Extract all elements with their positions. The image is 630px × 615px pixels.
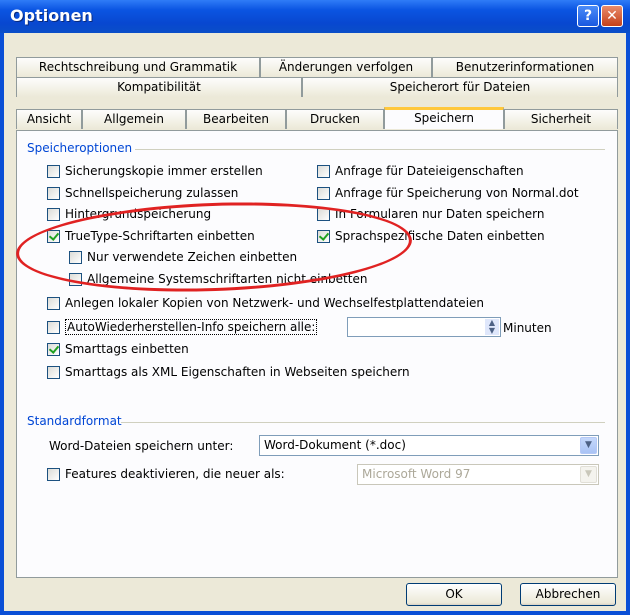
- tab-aenderungen[interactable]: Änderungen verfolgen: [260, 57, 432, 77]
- options-dialog: Optionen ? ✕ Rechtschreibung und Grammat…: [0, 0, 630, 615]
- checkbox-box[interactable]: [317, 164, 330, 178]
- checkbox-nur-verwendete-zeichen[interactable]: Nur verwendete Zeichen einbetten: [69, 250, 297, 264]
- checkbox-box[interactable]: [47, 342, 60, 356]
- checkbox-label: Sicherungskopie immer erstellen: [65, 164, 263, 178]
- checkbox-features-deaktivieren[interactable]: Features deaktivieren, die neuer als:: [47, 467, 285, 481]
- features-version-value: Microsoft Word 97: [362, 467, 471, 481]
- checkbox-truetype[interactable]: TrueType-Schriftarten einbetten: [47, 229, 255, 243]
- tab-drucken[interactable]: Drucken: [286, 109, 384, 129]
- checkbox-box[interactable]: [47, 229, 60, 243]
- checkbox-box[interactable]: [47, 186, 60, 200]
- dialog-client: Rechtschreibung und Grammatik Änderungen…: [4, 33, 626, 611]
- checkbox-box[interactable]: [69, 272, 82, 286]
- group-title-speicheroptionen: Speicheroptionen: [27, 141, 133, 155]
- tab-speichern[interactable]: Speichern: [384, 107, 504, 129]
- title-bar[interactable]: Optionen ? ✕: [0, 0, 630, 33]
- checkbox-label: Smarttags einbetten: [65, 342, 189, 356]
- checkbox-dateieigenschaften[interactable]: Anfrage für Dateieigenschaften: [317, 164, 524, 178]
- checkbox-sicherungskopie[interactable]: Sicherungskopie immer erstellen: [47, 164, 263, 178]
- checkbox-smarttags-xml[interactable]: Smarttags als XML Eigenschaften in Webse…: [47, 365, 410, 379]
- group-title-standardformat: Standardformat: [27, 414, 122, 428]
- dialog-title: Optionen: [10, 6, 93, 25]
- ok-button[interactable]: OK: [406, 583, 502, 606]
- save-as-value: Word-Dokument (*.doc): [264, 438, 406, 452]
- tab-rechtschreibung[interactable]: Rechtschreibung und Grammatik: [16, 57, 260, 77]
- checkbox-systemschriftarten[interactable]: Allgemeine Systemschriftarten nicht einb…: [69, 272, 367, 286]
- chevron-down-icon[interactable]: ▼: [580, 437, 597, 454]
- group-divider: [135, 149, 605, 150]
- checkbox-box[interactable]: [47, 467, 60, 481]
- checkbox-formulardaten[interactable]: In Formularen nur Daten speichern: [317, 207, 545, 221]
- save-as-label: Word-Dateien speichern unter:: [49, 439, 234, 453]
- checkbox-label: Sprachspezifische Daten einbetten: [335, 229, 545, 243]
- checkbox-label: Hintergrundspeicherung: [65, 207, 212, 221]
- checkbox-label: Anfrage für Speicherung von Normal.dot: [335, 186, 579, 200]
- minutes-label: Minuten: [503, 321, 552, 335]
- checkbox-box[interactable]: [317, 229, 330, 243]
- checkbox-label: Allgemeine Systemschriftarten nicht einb…: [87, 272, 368, 286]
- checkbox-box[interactable]: [69, 250, 82, 264]
- checkbox-box[interactable]: [47, 365, 60, 379]
- tab-kompatibilitaet[interactable]: Kompatibilität: [16, 77, 302, 97]
- close-button[interactable]: ✕: [601, 5, 623, 27]
- checkbox-lokale-kopien[interactable]: Anlegen lokaler Kopien von Netzwerk- und…: [47, 296, 484, 310]
- checkbox-label: AutoWiederherstellen-Info speichern alle…: [65, 319, 318, 335]
- tab-benutzerinformationen[interactable]: Benutzerinformationen: [432, 57, 618, 77]
- checkbox-label: Schnellspeicherung zulassen: [65, 186, 239, 200]
- features-version-select[interactable]: Microsoft Word 97 ▼: [357, 464, 599, 485]
- checkbox-box[interactable]: [47, 320, 60, 334]
- checkbox-box[interactable]: [47, 164, 60, 178]
- checkbox-box[interactable]: [47, 207, 60, 221]
- checkbox-box[interactable]: [47, 296, 60, 310]
- checkbox-label: Features deaktivieren, die neuer als:: [65, 467, 285, 481]
- tab-speicherort[interactable]: Speicherort für Dateien: [302, 77, 618, 97]
- checkbox-label: Smarttags als XML Eigenschaften in Webse…: [65, 365, 410, 379]
- checkbox-schnellspeicherung[interactable]: Schnellspeicherung zulassen: [47, 186, 238, 200]
- tab-sicherheit[interactable]: Sicherheit: [504, 109, 618, 129]
- checkbox-smarttags[interactable]: Smarttags einbetten: [47, 342, 189, 356]
- checkbox-hintergrundspeicherung[interactable]: Hintergrundspeicherung: [47, 207, 211, 221]
- checkbox-box[interactable]: [317, 186, 330, 200]
- checkbox-label: Anlegen lokaler Kopien von Netzwerk- und…: [65, 296, 485, 310]
- tab-row-2: Kompatibilität Speicherort für Dateien: [16, 77, 618, 97]
- checkbox-normal-dot[interactable]: Anfrage für Speicherung von Normal.dot: [317, 186, 579, 200]
- checkbox-label: Anfrage für Dateieigenschaften: [335, 164, 524, 178]
- group-divider: [121, 422, 605, 423]
- help-icon: ?: [583, 8, 593, 24]
- checkbox-autowiederherstellen[interactable]: AutoWiederherstellen-Info speichern alle…: [47, 319, 318, 335]
- tab-row-3: Ansicht Allgemein Bearbeiten Drucken Spe…: [16, 107, 618, 129]
- chevron-down-icon: ▼: [580, 466, 597, 483]
- checkbox-label: TrueType-Schriftarten einbetten: [65, 229, 255, 243]
- autosave-minutes-input[interactable]: ▲ ▼: [347, 317, 501, 337]
- tab-panel-speichern: Speicheroptionen Sicherungskopie immer e…: [16, 130, 618, 578]
- checkbox-label: In Formularen nur Daten speichern: [335, 207, 545, 221]
- spin-updown-icon[interactable]: ▲ ▼: [485, 319, 499, 335]
- close-icon: ✕: [606, 8, 618, 24]
- checkbox-label: Nur verwendete Zeichen einbetten: [87, 250, 298, 264]
- help-button[interactable]: ?: [577, 5, 599, 27]
- save-as-select[interactable]: Word-Dokument (*.doc) ▼: [259, 435, 599, 456]
- checkbox-box[interactable]: [317, 207, 330, 221]
- tab-allgemein[interactable]: Allgemein: [82, 109, 186, 129]
- tab-bearbeiten[interactable]: Bearbeiten: [186, 109, 286, 129]
- tab-ansicht[interactable]: Ansicht: [16, 109, 82, 129]
- checkbox-sprachspezifisch[interactable]: Sprachspezifische Daten einbetten: [317, 229, 545, 243]
- tab-row-1: Rechtschreibung und Grammatik Änderungen…: [16, 57, 618, 77]
- cancel-button[interactable]: Abbrechen: [520, 583, 616, 606]
